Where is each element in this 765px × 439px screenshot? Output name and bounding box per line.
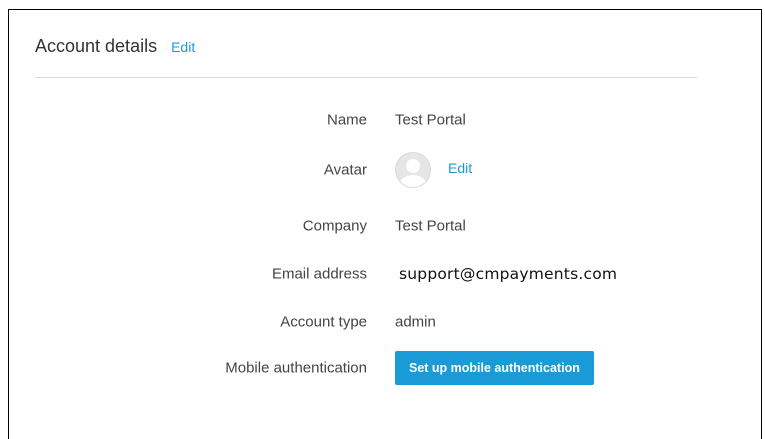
avatar-row: Avatar Edit xyxy=(9,150,761,190)
account-type-row: Account type admin xyxy=(9,304,761,340)
avatar-value: Edit xyxy=(395,152,472,188)
company-row: Company Test Portal xyxy=(9,208,761,244)
email-label: Email address xyxy=(271,265,367,283)
mobile-auth-label: Mobile authentication xyxy=(225,359,367,377)
email-row: Email address support@cmpayments.com xyxy=(9,256,761,292)
name-label: Name xyxy=(326,111,367,129)
name-row: Name Test Portal xyxy=(9,102,761,138)
account-details-header: Account details Edit xyxy=(35,36,195,57)
page-title: Account details xyxy=(35,36,158,56)
mobile-auth-value: Set up mobile authentication xyxy=(395,351,594,385)
name-value: Test Portal xyxy=(395,111,466,129)
header-divider xyxy=(35,77,697,78)
company-label: Company xyxy=(302,217,367,235)
setup-mobile-auth-button[interactable]: Set up mobile authentication xyxy=(395,351,594,385)
account-details-panel: Account details Edit Name Test Portal Av… xyxy=(8,9,762,439)
company-value: Test Portal xyxy=(395,217,466,235)
email-value: support@cmpayments.com xyxy=(399,265,618,283)
edit-avatar-link[interactable]: Edit xyxy=(448,160,472,176)
edit-account-link[interactable]: Edit xyxy=(171,39,195,55)
mobile-auth-row: Mobile authentication Set up mobile auth… xyxy=(9,350,761,386)
user-avatar-placeholder-icon xyxy=(395,152,431,188)
account-type-value: admin xyxy=(395,313,436,331)
account-type-label: Account type xyxy=(280,313,367,331)
avatar-label: Avatar xyxy=(323,161,367,179)
